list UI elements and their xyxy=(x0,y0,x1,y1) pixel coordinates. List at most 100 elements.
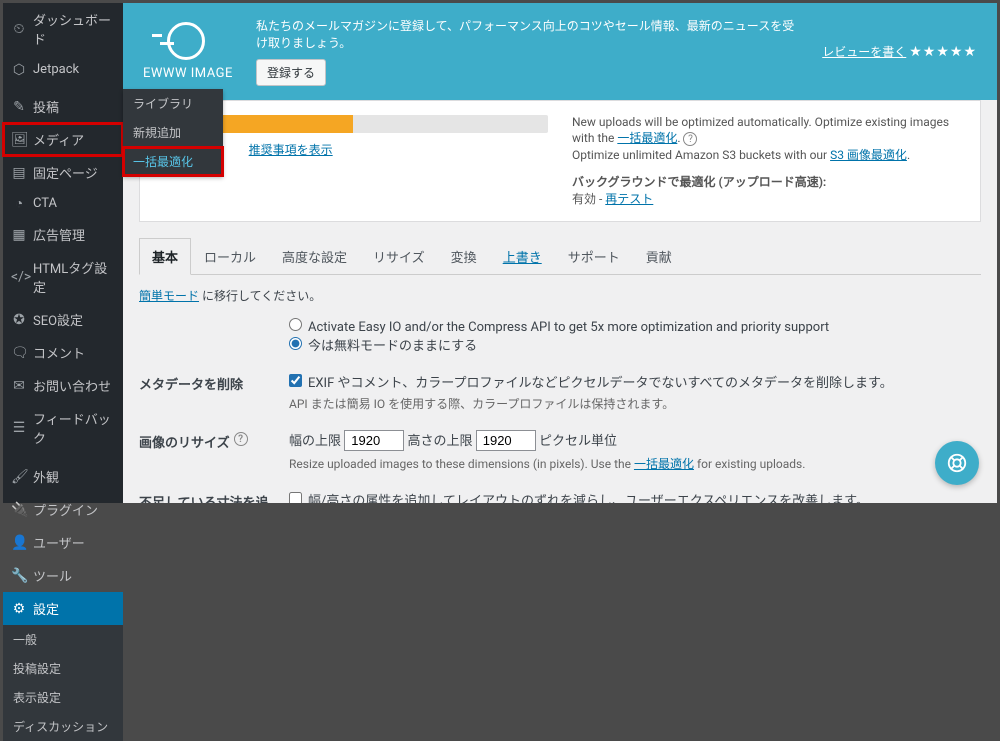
admin-sidebar: ⏲ダッシュボード ⬡Jetpack ✎投稿 🖼メディア ▤固定ページ ◔CTA … xyxy=(3,3,123,503)
tab-contribute[interactable]: 貢献 xyxy=(633,238,685,274)
meta-remove-sub: API または簡易 IO を使用する際、カラープロファイルは保持されます。 xyxy=(289,395,981,412)
radio-freemode-label[interactable]: 今は無料モードのままにする xyxy=(289,339,477,354)
sidebar-item-label: SEO設定 xyxy=(33,310,83,329)
sidebar-item-label: お問い合わせ xyxy=(33,376,111,395)
radio-freemode[interactable] xyxy=(289,337,302,350)
resize-sub-a: Resize uploaded images to these dimensio… xyxy=(289,457,634,471)
optimization-score-panel: ア 50% 推奨事項を表示 New uploads will be optimi… xyxy=(139,100,981,222)
sidebar-item-label: 固定ページ xyxy=(33,163,98,182)
pin-icon: ✎ xyxy=(11,100,27,114)
sidebar-item-plugins[interactable]: 🔌プラグイン xyxy=(3,493,123,526)
sidebar-item-label: Jetpack xyxy=(33,62,79,77)
sidebar-item-users[interactable]: 👤 ユーザー xyxy=(3,526,123,559)
code-icon: </> xyxy=(11,270,27,284)
gear-icon: ⚙ xyxy=(11,602,27,616)
resize-bulk-link[interactable]: 一括最適化 xyxy=(634,457,694,471)
unit-label: ピクセル単位 xyxy=(539,434,617,449)
height-label: 高さの上限 xyxy=(407,434,472,449)
sidebar-item-ads[interactable]: ▦広告管理 xyxy=(3,218,123,251)
easy-mode-link[interactable]: 簡単モード xyxy=(139,289,199,303)
meta-remove-checkbox-label[interactable]: EXIF やコメント、カラープロファイルなどピクセルデータでないすべてのメタデー… xyxy=(289,376,893,391)
user-icon: 👤 xyxy=(11,536,27,550)
bg-optimize-title: バックグラウンドで最適化 (アップロード高速): xyxy=(572,173,962,190)
sidebar-item-dashboard[interactable]: ⏲ダッシュボード xyxy=(3,3,123,55)
s3-optimize-link[interactable]: S3 画像最適化 xyxy=(830,148,907,162)
height-input[interactable] xyxy=(476,430,536,451)
meta-remove-label: メタデータを削除 xyxy=(139,372,279,412)
resize-label: 画像のリサイズ xyxy=(139,432,230,451)
sidebar-sub-writing[interactable]: 投稿設定 xyxy=(3,654,123,683)
sidebar-sub-general[interactable]: 一般 xyxy=(3,625,123,654)
score-text-2b: . xyxy=(907,148,910,162)
tab-local[interactable]: ローカル xyxy=(191,238,269,274)
bg-optimize-status: 有効 - xyxy=(572,192,605,206)
sidebar-item-label: ダッシュボード xyxy=(33,10,115,48)
sidebar-item-posts[interactable]: ✎ 投稿 xyxy=(3,90,123,123)
grid-icon: ▦ xyxy=(11,228,27,242)
tab-basic[interactable]: 基本 xyxy=(139,238,191,275)
help-icon[interactable]: ? xyxy=(234,432,248,446)
sidebar-item-pages[interactable]: ▤ 固定ページ xyxy=(3,156,123,189)
ewww-logo: EWWW IMAGE xyxy=(143,22,238,81)
page-icon: ▤ xyxy=(11,166,27,180)
banner-message: 私たちのメールマガジンに登録して、パフォーマンス向上のコツやセール情報、最新のニ… xyxy=(256,17,804,51)
submenu-bulk-optimize[interactable]: 一括最適化 xyxy=(123,147,223,176)
help-fab-button[interactable] xyxy=(935,441,979,485)
sidebar-item-media[interactable]: 🖼 メディア xyxy=(3,123,123,156)
radio-easyio-label[interactable]: Activate Easy IO and/or the Compress API… xyxy=(289,320,829,335)
media-icon: 🖼 xyxy=(11,133,27,147)
sidebar-item-label: HTMLタグ設定 xyxy=(33,258,115,296)
jetpack-icon: ⬡ xyxy=(11,63,27,77)
sidebar-item-contact[interactable]: ✉お問い合わせ xyxy=(3,369,123,402)
sidebar-item-comments[interactable]: 🗨コメント xyxy=(3,336,123,369)
radio-easyio[interactable] xyxy=(289,318,302,331)
sidebar-item-cta[interactable]: ◔ CTA xyxy=(3,189,123,218)
missing-dims-checkbox[interactable] xyxy=(289,492,302,503)
subscribe-button[interactable]: 登録する xyxy=(256,59,326,86)
sidebar-item-label: コメント xyxy=(33,343,85,362)
easy-mode-text: に移行してください。 xyxy=(199,289,321,303)
missing-dims-checkbox-label[interactable]: 幅/高さの属性を追加してレイアウトのずれを減らし、ユーザーエクスペリエンスを改善… xyxy=(289,494,869,503)
sidebar-item-label: ユーザー xyxy=(33,533,85,552)
cta-icon: ◔ xyxy=(11,197,27,211)
tab-resize[interactable]: リサイズ xyxy=(360,238,438,274)
bulk-optimize-link[interactable]: 一括最適化 xyxy=(617,131,677,145)
sidebar-item-label: 外観 xyxy=(33,467,59,486)
plugin-banner: EWWW IMAGE 私たちのメールマガジンに登録して、パフォーマンス向上のコツ… xyxy=(123,3,997,100)
tab-override[interactable]: 上書き xyxy=(490,238,555,274)
width-label: 幅の上限 xyxy=(289,434,341,449)
settings-tabs: 基本 ローカル 高度な設定 リサイズ 変換 上書き サポート 貢献 xyxy=(139,238,981,275)
sidebar-item-settings[interactable]: ⚙ 設定 xyxy=(3,592,123,625)
sidebar-sub-discussion[interactable]: ディスカッション xyxy=(3,712,123,741)
settings-form: 簡単モード に移行してください。 Activate Easy IO and/or… xyxy=(139,275,981,503)
rating-stars: ★★★★★ xyxy=(909,44,977,60)
logo-text: EWWW IMAGE xyxy=(143,66,238,81)
submenu-library[interactable]: ライブラリ xyxy=(123,89,223,118)
retest-link[interactable]: 再テスト xyxy=(605,192,653,206)
sidebar-sub-reading[interactable]: 表示設定 xyxy=(3,683,123,712)
sidebar-item-label: フィードバック xyxy=(33,409,115,447)
submenu-addnew[interactable]: 新規追加 xyxy=(123,118,223,147)
tab-convert[interactable]: 変換 xyxy=(438,238,490,274)
sidebar-item-label: 設定 xyxy=(33,599,59,618)
show-recommendations-link[interactable]: 推奨事項を表示 xyxy=(249,141,333,158)
score-text-2a: Optimize unlimited Amazon S3 buckets wit… xyxy=(572,148,830,162)
sidebar-item-feedback[interactable]: ☰フィードバック xyxy=(3,402,123,454)
width-input[interactable] xyxy=(344,430,404,451)
aperture-icon xyxy=(167,22,205,60)
tab-advanced[interactable]: 高度な設定 xyxy=(269,238,360,274)
write-review-link[interactable]: レビューを書く xyxy=(822,45,906,59)
sidebar-item-jetpack[interactable]: ⬡ Jetpack xyxy=(3,55,123,84)
sidebar-item-label: 投稿 xyxy=(33,97,59,116)
wrench-icon: 🔧 xyxy=(11,569,27,583)
sidebar-item-appearance[interactable]: 🖌外観 xyxy=(3,460,123,493)
tab-support[interactable]: サポート xyxy=(555,238,633,274)
sidebar-item-label: メディア xyxy=(33,130,84,149)
sidebar-item-seo[interactable]: ✪SEO設定 xyxy=(3,303,123,336)
main-content: EWWW IMAGE 私たちのメールマガジンに登録して、パフォーマンス向上のコツ… xyxy=(123,3,997,503)
help-icon[interactable]: ? xyxy=(683,132,697,146)
sidebar-item-htmltag[interactable]: </> HTMLタグ設定 xyxy=(3,251,123,303)
sidebar-item-tools[interactable]: 🔧ツール xyxy=(3,559,123,592)
sidebar-item-label: CTA xyxy=(33,196,57,211)
meta-remove-checkbox[interactable] xyxy=(289,374,302,387)
